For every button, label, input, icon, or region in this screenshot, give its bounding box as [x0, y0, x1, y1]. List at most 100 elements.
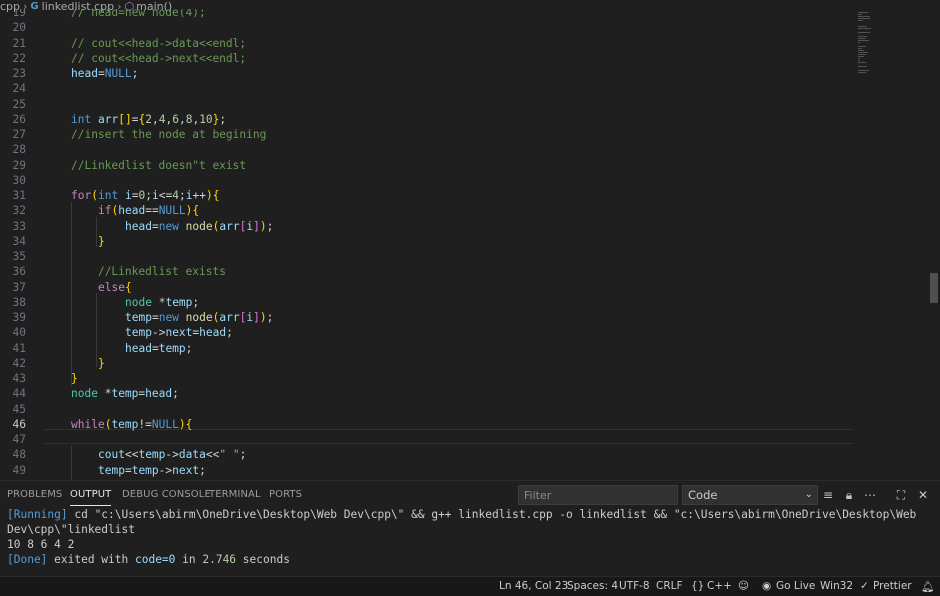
output-channel-select[interactable]: Code ⌄ [682, 485, 818, 505]
line-number: 49 [12, 463, 26, 477]
line-number: 39 [12, 311, 26, 324]
code-line[interactable]: 23 head=NULL; [0, 66, 854, 81]
maximize-panel-icon[interactable]: ⛶ [893, 487, 909, 503]
code-text: temp->next=head; [125, 326, 233, 340]
tab-terminal[interactable]: TERMINAL [209, 489, 261, 500]
line-number: 22 [12, 51, 26, 65]
clear-output-icon[interactable]: ≡ [820, 487, 836, 503]
code-text: if(head==NULL){ [98, 204, 200, 218]
minimap-line [858, 42, 860, 43]
minimap-line [858, 12, 868, 13]
copilot-icon[interactable]: ☺ [738, 580, 749, 592]
code-line[interactable]: 48 cout<<temp->data<<" "; [0, 447, 854, 462]
output-channel-value: Code [688, 488, 718, 502]
minimap-line [858, 52, 868, 53]
code-line[interactable]: 43} [0, 371, 854, 386]
code-text: node *temp; [125, 295, 200, 309]
code-text: while(temp!=NULL){ [71, 417, 193, 431]
code-line[interactable]: 21 // cout<<head->data<<endl; [0, 36, 854, 51]
code-line[interactable]: 30 [0, 173, 854, 188]
bell-icon[interactable]: 🔔︎ [921, 580, 934, 593]
code-line[interactable]: 29 //Linkedlist doesn"t exist [0, 158, 854, 173]
prettier-button[interactable]: Prettier [873, 580, 912, 592]
code-text: else{ [98, 280, 132, 294]
code-line[interactable]: 35 [0, 249, 854, 264]
code-line[interactable]: 49 temp=temp->next; [0, 463, 854, 478]
encoding[interactable]: UTF-8 [619, 580, 650, 592]
minimap-line [858, 16, 870, 17]
line-number: 38 [12, 295, 26, 309]
code-line[interactable]: 39 temp=new node(arr[i]); [0, 310, 854, 325]
output-done-text3: seconds [236, 553, 290, 566]
code-line[interactable]: 41 head=temp; [0, 341, 854, 356]
code-line[interactable]: 44 node *temp=head; [0, 386, 854, 401]
code-line[interactable]: 47 [0, 432, 854, 447]
code-line[interactable]: 27 //insert the node at begining [0, 127, 854, 142]
line-endings[interactable]: CRLF [656, 580, 683, 592]
cursor-position[interactable]: Ln 46, Col 23 [499, 580, 568, 592]
code-text: cout<<temp->data<<" "; [98, 448, 247, 462]
code-text: //Linkedlist doesn"t exist [71, 158, 247, 172]
code-text: //insert the node at begining [71, 128, 267, 141]
line-number: 44 [12, 387, 26, 401]
broadcast-icon: ◉ [762, 580, 772, 592]
output-command: cd "c:\Users\abirm\OneDrive\Desktop\Web … [67, 508, 917, 521]
code-text: // head=new node(4); [71, 9, 206, 19]
code-editor[interactable]: 19 // head=new node(4); 20 21 // cout<<head-… [0, 9, 940, 480]
go-live-button[interactable]: Go Live [776, 580, 815, 592]
minimap-line [858, 70, 869, 71]
line-number: 41 [12, 341, 26, 355]
code-line[interactable]: 36 //Linkedlist exists [0, 264, 854, 279]
line-number: 43 [12, 372, 26, 385]
minimap-line [858, 40, 869, 41]
indentation[interactable]: Spaces: 4 [567, 580, 618, 592]
filter-input[interactable] [518, 485, 678, 505]
code-line[interactable]: 42 } [0, 356, 854, 371]
editor-scrollbar[interactable] [930, 273, 938, 303]
minimap-line [858, 36, 867, 37]
code-line[interactable]: 45 [0, 402, 854, 417]
language-mode[interactable]: C++ [707, 580, 732, 592]
code-text: int arr[]={2,4,6,8,10}; [71, 112, 227, 126]
line-number: 40 [12, 326, 26, 340]
code-line[interactable]: 19 // head=new node(4); [0, 9, 854, 20]
code-text: head=temp; [125, 341, 193, 355]
output-running-tag: [Running] [7, 508, 68, 521]
tab-debug-console[interactable]: DEBUG CONSOLE [122, 489, 211, 500]
code-line[interactable]: 20 [0, 20, 854, 35]
code-line[interactable]: 33 head=new node(arr[i]); [0, 219, 854, 234]
code-line[interactable]: 22 // cout<<head->next<<endl; [0, 51, 854, 66]
minimap-line [858, 72, 866, 73]
code-line[interactable]: 37 else{ [0, 280, 854, 295]
code-line[interactable]: 32 if(head==NULL){ [0, 203, 854, 218]
line-number: 34 [12, 234, 26, 248]
code-line[interactable]: 38 node *temp; [0, 295, 854, 310]
code-line[interactable]: 28 [0, 142, 854, 157]
platform[interactable]: Win32 [820, 580, 853, 592]
tab-problems[interactable]: PROBLEMS [7, 489, 62, 500]
line-number: 25 [12, 97, 26, 111]
code-line[interactable]: 31 for(int i=0;i<=4;i++){ [0, 188, 854, 203]
status-bar: Ln 46, Col 23 Spaces: 4 UTF-8 CRLF {} C+… [0, 576, 940, 596]
lock-icon[interactable]: 🔒︎ [841, 487, 857, 503]
code-line[interactable]: 34 } [0, 234, 854, 249]
output-done-text: exited with [47, 553, 135, 566]
close-panel-icon[interactable]: ✕ [915, 487, 931, 503]
bottom-panel: PROBLEMS OUTPUT DEBUG CONSOLE TERMINAL P… [0, 480, 940, 577]
code-line[interactable]: 24 [0, 81, 854, 96]
more-actions-icon[interactable]: ⋯ [862, 487, 878, 503]
code-line[interactable]: 25 [0, 97, 854, 112]
code-line[interactable]: 26 int arr[]={2,4,6,8,10}; [0, 112, 854, 127]
line-number: 21 [12, 36, 26, 50]
braces-icon: {} [691, 580, 705, 592]
code-line[interactable]: 40 temp->next=head; [0, 325, 854, 340]
minimap[interactable] [856, 12, 880, 82]
minimap-line [858, 18, 870, 19]
minimap-line [858, 26, 867, 27]
line-number: 29 [12, 158, 26, 172]
tab-output[interactable]: OUTPUT [70, 489, 112, 506]
tab-ports[interactable]: PORTS [269, 489, 302, 500]
line-number: 27 [12, 128, 26, 141]
output-duration: 2.746 [202, 553, 237, 566]
code-line[interactable]: 46 while(temp!=NULL){ [0, 417, 854, 432]
